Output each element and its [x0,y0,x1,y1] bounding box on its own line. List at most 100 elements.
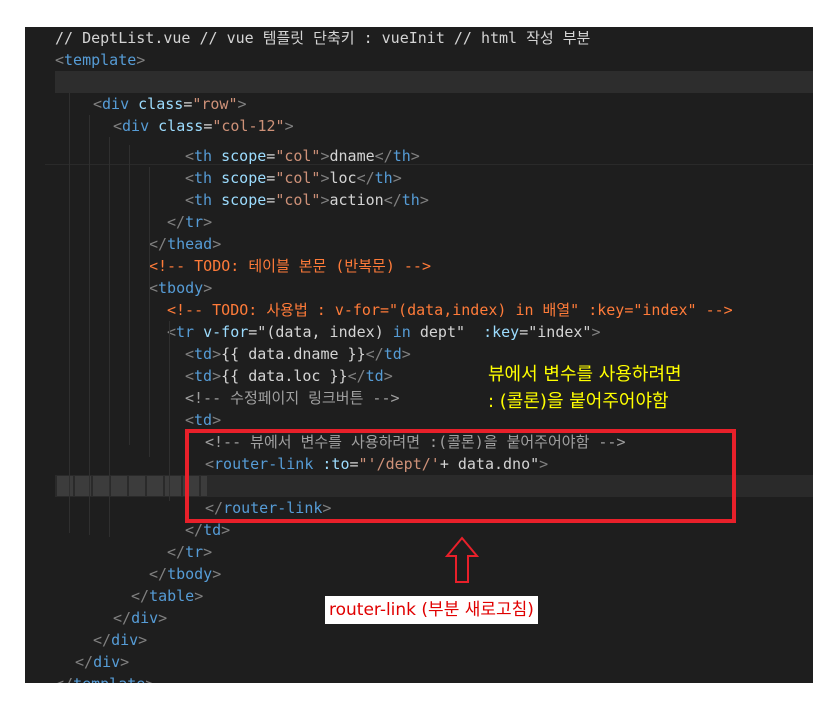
code-token: > [383,367,393,385]
code-token: tbody [158,279,204,297]
code-line[interactable]: </tr> [167,211,813,233]
code-token: scope [221,191,267,209]
code-token: </ [131,587,150,605]
code-token: tbody [167,565,213,583]
code-token: loc [329,169,357,187]
code-token: {{ data.loc }} [221,367,348,385]
code-token: </ [365,345,384,363]
code-token: class [158,117,204,135]
code-token: th [401,191,420,209]
code-token: = [203,117,213,135]
code-token: <!-- TODO: 테이블 본문 (반복문) --> [149,257,431,275]
code-token: "col" [275,191,321,209]
code-line[interactable]: <template> [55,49,813,71]
code-line[interactable]: <!-- TODO: 테이블 본문 (반복문) --> [149,255,813,277]
code-token: </ [374,147,393,165]
router-link-highlight-box [185,429,736,523]
code-token: > [419,191,429,209]
code-token: > [138,631,148,649]
code-token: div [102,95,139,113]
code-token: < [149,279,159,297]
code-line[interactable]: </tr> [167,541,813,563]
code-token: < [185,345,195,363]
code-fold-gap [45,164,813,169]
code-line[interactable]: <tbody> [149,277,813,299]
code-token: td [194,367,213,385]
code-token: </ [383,191,402,209]
code-line[interactable]: </div> [93,629,813,651]
code-token: template [73,675,145,683]
code-token: < [113,117,123,135]
code-token: th [374,169,393,187]
router-link-label: router-link (부분 새로고침) [325,596,538,624]
code-line[interactable]: <th scope="col">loc</th> [185,167,813,189]
code-token: > [320,191,330,209]
code-token: </ [167,213,186,231]
code-token: > [221,521,231,539]
code-token: > [320,169,330,187]
code-token: {{ data.dname }} [221,345,366,363]
code-token: v-for [203,323,249,341]
code-token: </ [113,609,132,627]
code-line[interactable]: <tr v-for="(data, index) in dept" :key="… [167,321,813,343]
code-token: :key [483,323,520,341]
code-token: > [284,117,294,135]
code-editor[interactable]: // DeptList.vue // vue 템플릿 단축키 : vueInit… [25,27,813,683]
code-token: > [237,95,247,113]
code-token: > [212,345,222,363]
code-token: > [212,411,222,429]
code-token: td [194,345,213,363]
code-line[interactable]: </template> [55,673,813,683]
code-token: > [194,587,204,605]
code-token: </ [149,565,168,583]
code-token: </ [347,367,366,385]
code-token: "col" [275,147,321,165]
code-token: table [149,587,195,605]
code-token: th [392,147,411,165]
code-token: = [266,191,276,209]
code-token: < [185,411,195,429]
colon-variable-note-line1: 뷰에서 변수를 사용하려면 [488,364,682,385]
colon-variable-note-line2: : (콜론)을 붙어주어야함 [488,391,669,412]
code-token: </ [93,631,112,649]
code-token: = [266,169,276,187]
code-token: td [383,345,402,363]
code-line[interactable]: <th scope="col">action</th> [185,189,813,211]
code-line[interactable]: </div> [75,651,813,673]
code-token: </ [185,521,204,539]
indent-guide [149,167,150,457]
indent-guide [169,321,170,501]
code-token: thead [167,235,213,253]
code-token: div [131,609,159,627]
code-token: "col" [275,169,321,187]
code-token: > [145,675,154,683]
indent-guide [69,93,70,533]
code-token: tr [185,543,204,561]
code-line[interactable]: <div class="col-12"> [113,115,813,137]
code-line[interactable]: <div class="row"> [93,93,813,115]
code-line[interactable]: // DeptList.vue // vue 템플릿 단축키 : vueInit… [55,27,813,49]
code-token: > [212,367,222,385]
code-line[interactable]: </tbody> [149,563,813,585]
code-token: scope [221,147,267,165]
code-token: < [93,95,103,113]
code-token: class [138,95,184,113]
code-token: > [158,609,168,627]
code-token: div [122,117,159,135]
up-arrow-icon [445,536,479,583]
code-token: </ [75,653,94,671]
code-token: div [93,653,121,671]
code-token: dept" [410,323,484,341]
code-token: < [185,147,195,165]
code-token: div [111,631,139,649]
code-token: </ [55,675,73,683]
code-token: < [185,367,195,385]
code-token: th [194,147,222,165]
code-token: > [203,213,213,231]
code-token: action [329,191,384,209]
code-line[interactable]: </thead> [149,233,813,255]
code-line[interactable]: <!-- TODO: 사용법 : v-for="(data,index) in … [167,299,813,321]
code-token: scope [221,169,267,187]
code-token: > [136,51,146,69]
code-token: "row" [192,95,238,113]
